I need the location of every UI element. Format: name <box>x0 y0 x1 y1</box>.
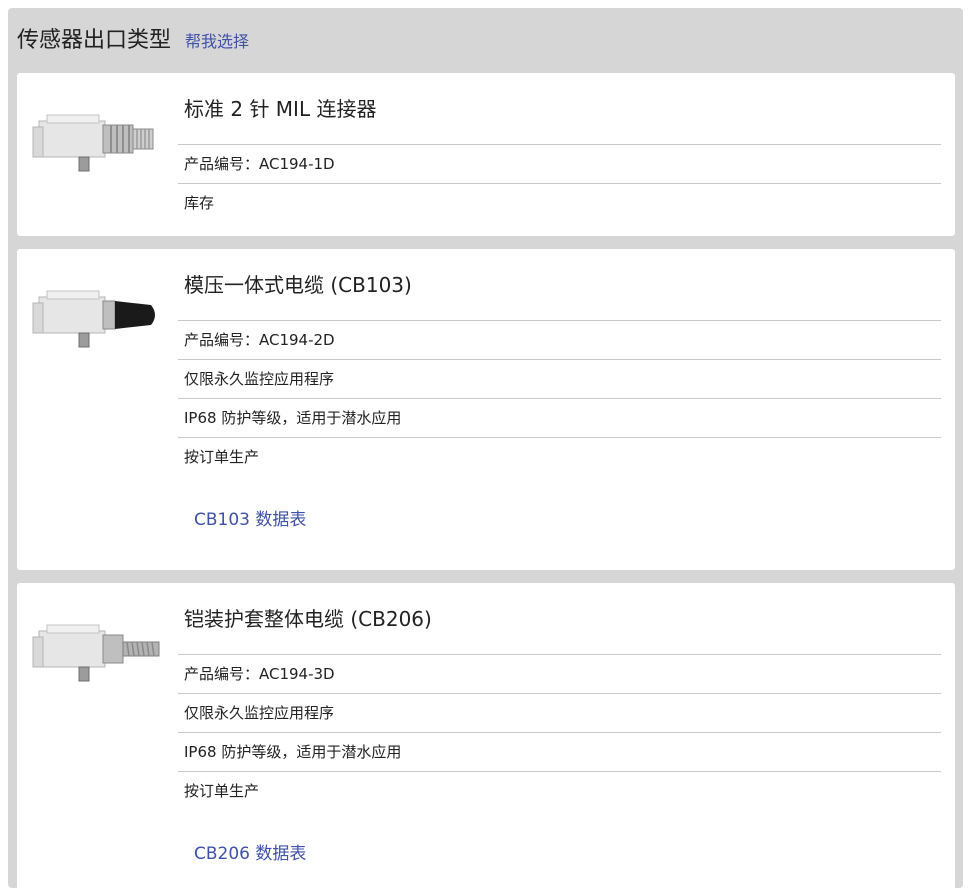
product-note: 按订单生产 <box>184 448 260 466</box>
help-me-choose-link[interactable]: 帮我选择 <box>185 28 249 52</box>
armored-cable-sensor-image <box>32 624 160 682</box>
section-header: 传感器出口类型 帮我选择 <box>17 22 249 54</box>
product-note: 仅限永久监控应用程序 <box>178 694 941 733</box>
product-note: 库存 <box>184 194 215 212</box>
product-card-cb103[interactable]: 模压一体式电缆 (CB103) 产品编号：AC194-2D 仅限永久监控应用程序… <box>17 249 955 570</box>
product-part-number: 产品编号：AC194-2D <box>178 321 941 360</box>
product-title: 铠装护套整体电缆 (CB206) <box>178 583 941 655</box>
product-card-mil-connector[interactable]: 标准 2 针 MIL 连接器 产品编号：AC194-1D 库存 <box>17 73 955 236</box>
product-note: 按订单生产 <box>184 782 260 800</box>
product-part-number: 产品编号：AC194-3D <box>178 655 941 694</box>
product-title: 标准 2 针 MIL 连接器 <box>178 73 941 145</box>
mil-connector-sensor-image <box>32 114 154 172</box>
product-card-cb206[interactable]: 铠装护套整体电缆 (CB206) 产品编号：AC194-3D 仅限永久监控应用程… <box>17 583 955 888</box>
product-part-number: 产品编号：AC194-1D <box>178 145 941 184</box>
product-note: IP68 防护等级，适用于潜水应用 <box>178 733 941 772</box>
datasheet-link-cb103[interactable]: CB103 数据表 <box>178 510 306 530</box>
datasheet-link-cb206[interactable]: CB206 数据表 <box>178 844 306 864</box>
product-note: IP68 防护等级，适用于潜水应用 <box>178 399 941 438</box>
molded-cable-sensor-image <box>32 290 155 348</box>
product-title: 模压一体式电缆 (CB103) <box>178 249 941 321</box>
sensor-exit-type-panel: 传感器出口类型 帮我选择 标准 2 针 MIL 连接器 产品编号：AC194-1… <box>8 8 963 888</box>
section-title: 传感器出口类型 <box>17 28 172 53</box>
product-note: 仅限永久监控应用程序 <box>178 360 941 399</box>
